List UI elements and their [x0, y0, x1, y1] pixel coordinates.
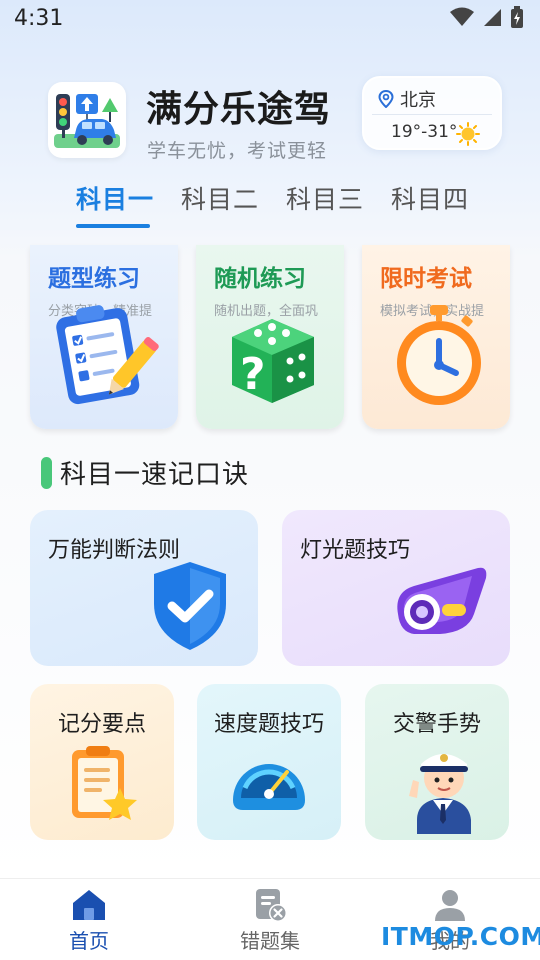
tip-card-label: 速度题技巧	[213, 712, 324, 737]
nav-label: 首页	[69, 929, 109, 953]
clipboard-star-icon	[72, 746, 137, 820]
wrong-questions-icon	[256, 889, 287, 922]
nav-wrong-questions[interactable]: 错题集	[210, 879, 330, 960]
tip-card-label: 记分要点	[57, 712, 146, 737]
active-tab-indicator	[76, 224, 150, 228]
practice-card-title: 限时考试	[380, 266, 472, 292]
tab-subject-2[interactable]: 科目二	[181, 180, 259, 216]
tip-card-police-gestures[interactable]: 交警手势	[365, 684, 509, 840]
status-bar: 4:31	[0, 0, 540, 38]
home-icon	[73, 890, 105, 920]
app-slogan: 学车无忧，考试更轻	[147, 140, 328, 162]
wifi-icon	[450, 7, 474, 26]
tab-subject-1[interactable]: 科目一	[76, 180, 154, 216]
traffic-car-logo-icon	[54, 94, 120, 148]
tip-card-light-questions[interactable]: 灯光题技巧	[282, 510, 510, 666]
weather-location: 北京	[378, 86, 436, 112]
tip-card-speed[interactable]: 速度题技巧	[197, 684, 341, 840]
practice-card-title: 随机练习	[214, 266, 306, 292]
weather-divider	[372, 114, 492, 115]
practice-card-random[interactable]: 随机练习 随机出题，全面巩 ?	[196, 245, 344, 429]
weather-temperature: 19°-31°	[391, 122, 458, 142]
tip-card-universal-rule[interactable]: 万能判断法则	[30, 510, 258, 666]
practice-card-category[interactable]: 题型练习 分类突破，精准提	[30, 245, 178, 429]
traffic-police-icon	[409, 754, 471, 834]
headlight-icon	[397, 567, 487, 634]
stopwatch-icon	[397, 305, 481, 405]
sun-icon	[456, 122, 480, 146]
signal-icon	[484, 9, 501, 26]
section-accent-bar	[41, 457, 52, 489]
weather-card[interactable]: 北京 19°-31°	[362, 76, 502, 150]
practice-card-timed-exam[interactable]: 限时考试 模拟考试，实战提	[362, 245, 510, 429]
app-logo	[48, 82, 126, 158]
weather-city: 北京	[400, 90, 436, 111]
app-title: 满分乐途驾	[146, 89, 332, 130]
tab-subject-4[interactable]: 科目四	[391, 180, 469, 216]
status-time: 4:31	[14, 6, 64, 31]
tab-subject-3[interactable]: 科目三	[286, 180, 364, 216]
battery-icon	[511, 6, 523, 28]
practice-card-title: 题型练习	[48, 266, 140, 292]
nav-label: 错题集	[240, 929, 300, 953]
profile-icon	[435, 890, 465, 921]
clipboard-checklist-icon	[56, 305, 159, 405]
speedometer-icon	[233, 764, 305, 810]
question-dice-icon: ?	[232, 319, 314, 403]
section-title: 科目一速记口诀	[60, 460, 250, 490]
watermark: ITMOP.COM	[381, 922, 540, 951]
tip-card-label: 灯光题技巧	[300, 538, 411, 563]
location-pin-icon	[378, 90, 394, 108]
shield-check-icon	[154, 562, 226, 650]
svg-text:?: ?	[240, 349, 266, 400]
status-icons	[450, 6, 524, 28]
tip-card-points[interactable]: 记分要点	[30, 684, 174, 840]
nav-home[interactable]: 首页	[29, 879, 149, 960]
subject-tabs: 科目一 科目二 科目三 科目四	[0, 180, 540, 230]
